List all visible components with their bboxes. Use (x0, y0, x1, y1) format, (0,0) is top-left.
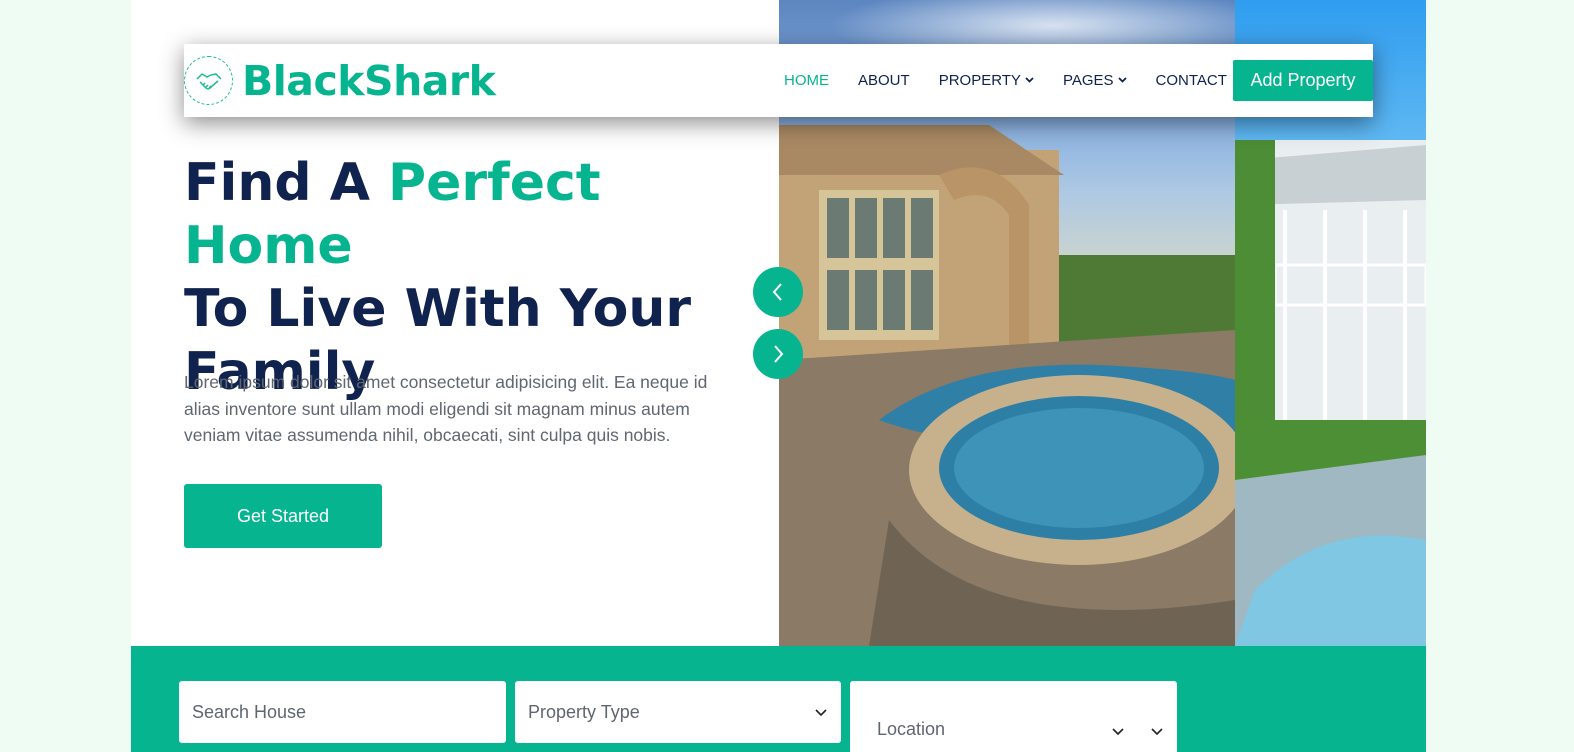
nav-about[interactable]: ABOUT (858, 72, 910, 89)
nav-pages-label: PAGES (1062, 72, 1114, 89)
search-house-input[interactable]: Search House (179, 681, 506, 743)
get-started-button[interactable]: Get Started (184, 484, 382, 548)
brand-logo[interactable]: BlackShark (242, 57, 496, 105)
nav-menu: HOME ABOUT PROPERTY PAGES CONTACT (784, 44, 1256, 117)
chevron-left-icon[interactable] (753, 267, 803, 317)
nav-contact[interactable]: CONTACT (1156, 72, 1227, 89)
chevron-right-icon[interactable] (753, 329, 803, 379)
hero-title: Find A Perfect Home To Live With Your Fa… (184, 152, 764, 404)
add-property-button[interactable]: Add Property (1233, 60, 1373, 101)
search-house-placeholder: Search House (192, 701, 307, 722)
location-label: Location (877, 719, 946, 739)
nav-pages[interactable]: PAGES (1063, 72, 1127, 89)
nav-about-label: ABOUT (858, 72, 910, 89)
nav-property[interactable]: PROPERTY (939, 72, 1034, 89)
page: BlackShark HOME ABOUT PROPERTY PAGES CON… (131, 0, 1426, 752)
chevron-down-icon (1151, 723, 1163, 739)
nav-home-label: HOME (784, 72, 829, 89)
nav-property-label: PROPERTY (938, 72, 1021, 89)
chevron-down-icon (1117, 75, 1127, 86)
property-type-label: Property Type (528, 701, 640, 722)
navbar: BlackShark HOME ABOUT PROPERTY PAGES CON… (184, 44, 1373, 117)
handshake-icon[interactable] (184, 56, 233, 105)
hero-title-part1: Find A (184, 153, 389, 213)
chevron-down-icon (1025, 75, 1034, 86)
property-type-select[interactable]: Property Type (515, 681, 841, 743)
chevron-down-icon (1112, 723, 1124, 739)
hero-description: Lorem ipsum dolor sit amet consectetur a… (184, 372, 708, 445)
chevron-down-icon (815, 704, 827, 720)
nav-home[interactable]: HOME (784, 72, 829, 89)
nav-contact-label: CONTACT (1155, 72, 1227, 89)
location-select[interactable]: Location (850, 681, 1177, 752)
